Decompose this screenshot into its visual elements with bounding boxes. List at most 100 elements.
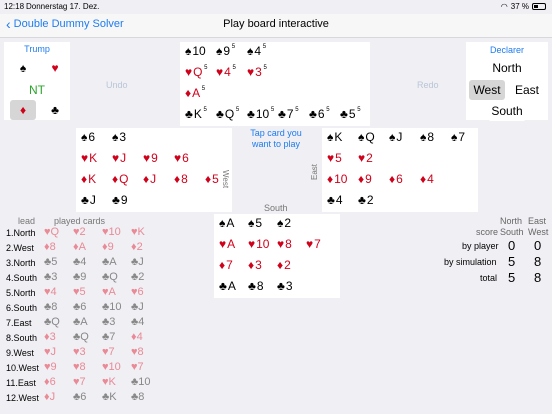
- trick-lead: 12.West: [6, 393, 39, 403]
- suit-icon: ♦: [389, 172, 396, 186]
- score-north-header: North: [500, 216, 523, 226]
- card-north-A[interactable]: ♦ A 5: [185, 86, 205, 100]
- card-south-3[interactable]: ♦ 3: [248, 258, 262, 272]
- card-south-5[interactable]: ♠ 5: [248, 216, 263, 230]
- card-west-6[interactable]: ♥ 6: [174, 151, 189, 165]
- card-west-3[interactable]: ♠ 3: [112, 130, 127, 144]
- card-east-4[interactable]: ♦ 4: [420, 172, 434, 186]
- card-west-J[interactable]: ♦ J: [143, 172, 157, 186]
- suit-icon: ♠: [216, 44, 223, 58]
- card-north-4[interactable]: ♠ 4 5: [247, 44, 266, 58]
- card-rank: 9: [223, 44, 231, 58]
- card-south-7[interactable]: ♥ 7: [306, 237, 321, 251]
- played-card: ♦3: [44, 331, 56, 343]
- card-north-5[interactable]: ♣ 5 5: [340, 107, 361, 121]
- card-trick-count: 5: [270, 107, 275, 113]
- card-trick-count: 5: [357, 107, 361, 113]
- card-south-7[interactable]: ♦ 7: [219, 258, 233, 272]
- played-card: ♥7: [73, 376, 86, 388]
- card-north-Q[interactable]: ♥ Q 5: [185, 65, 207, 79]
- card-trick-count: 5: [231, 44, 236, 50]
- card-north-Q[interactable]: ♣ Q 5: [216, 107, 239, 121]
- card-east-J[interactable]: ♠ J: [389, 130, 403, 144]
- suit-icon: ♠: [247, 44, 254, 58]
- spade-icon: ♠: [19, 61, 27, 75]
- card-south-2[interactable]: ♦ 2: [277, 258, 291, 272]
- card-south-8[interactable]: ♥ 8: [277, 237, 292, 251]
- card-north-3[interactable]: ♥ 3 5: [247, 65, 267, 79]
- declarer-south-button[interactable]: South: [488, 101, 526, 121]
- card-east-9[interactable]: ♦ 9: [358, 172, 372, 186]
- card-rank: 5: [348, 107, 356, 121]
- declarer-north-button[interactable]: North: [488, 58, 526, 78]
- card-north-10[interactable]: ♠ 10: [185, 44, 206, 58]
- played-card: ♥K: [131, 226, 145, 238]
- card-west-K[interactable]: ♦ K: [81, 172, 97, 186]
- trump-spade-button[interactable]: ♠: [10, 58, 36, 78]
- card-south-3[interactable]: ♣ 3: [277, 279, 293, 293]
- card-north-7[interactable]: ♣ 7 5: [278, 107, 299, 121]
- redo-button[interactable]: Redo: [417, 80, 439, 90]
- trump-club-button[interactable]: ♣: [42, 100, 68, 120]
- trump-diamond-button[interactable]: ♦: [10, 100, 36, 120]
- wifi-icon: ◠: [500, 2, 508, 11]
- card-south-A[interactable]: ♠ A: [219, 216, 235, 230]
- card-south-10[interactable]: ♥ 10: [248, 237, 270, 251]
- played-card: ♦J: [44, 391, 56, 403]
- card-west-9[interactable]: ♥ 9: [143, 151, 158, 165]
- card-north-10[interactable]: ♣ 10 5: [247, 107, 274, 121]
- card-south-8[interactable]: ♣ 8: [248, 279, 264, 293]
- card-rank: K: [334, 130, 343, 144]
- declarer-west-button[interactable]: West: [469, 80, 505, 100]
- card-south-2[interactable]: ♠ 2: [277, 216, 292, 230]
- card-rank: 7: [314, 237, 321, 251]
- card-east-Q[interactable]: ♠ Q: [358, 130, 375, 144]
- card-east-10[interactable]: ♦ 10: [327, 172, 348, 186]
- card-trick-count: 5: [262, 44, 267, 50]
- card-south-A[interactable]: ♣ A: [219, 279, 236, 293]
- score-south-header: South: [500, 227, 524, 237]
- played-card: ♥5: [73, 286, 86, 298]
- card-trick-count: 5: [235, 107, 240, 113]
- suit-icon: ♥: [174, 151, 182, 165]
- card-west-K[interactable]: ♥ K: [81, 151, 98, 165]
- suit-icon: ♣: [81, 193, 89, 207]
- card-east-2[interactable]: ♣ 2: [358, 193, 374, 207]
- card-rank: 6: [317, 107, 325, 121]
- card-east-6[interactable]: ♦ 6: [389, 172, 403, 186]
- played-card: ♥3: [73, 346, 86, 358]
- card-rank: 10: [256, 237, 270, 251]
- played-card: ♣7: [102, 331, 116, 343]
- card-north-4[interactable]: ♥ 4 5: [216, 65, 236, 79]
- card-west-J[interactable]: ♥ J: [112, 151, 127, 165]
- card-north-6[interactable]: ♣ 6 5: [309, 107, 330, 121]
- lead-header: lead: [18, 216, 36, 226]
- played-card: ♦8: [44, 241, 56, 253]
- card-west-9[interactable]: ♣ 9: [112, 193, 128, 207]
- declarer-east-button[interactable]: East: [509, 80, 545, 100]
- trump-heart-button[interactable]: ♥: [42, 58, 68, 78]
- card-east-5[interactable]: ♥ 5: [327, 151, 342, 165]
- card-west-5[interactable]: ♦ 5: [205, 172, 219, 186]
- card-east-8[interactable]: ♠ 8: [420, 130, 435, 144]
- card-south-A[interactable]: ♥ A: [219, 237, 236, 251]
- card-rank: 2: [366, 151, 373, 165]
- card-east-K[interactable]: ♠ K: [327, 130, 343, 144]
- card-west-8[interactable]: ♦ 8: [174, 172, 188, 186]
- club-icon: ♣: [51, 103, 59, 117]
- card-east-4[interactable]: ♣ 4: [327, 193, 343, 207]
- card-west-6[interactable]: ♠ 6: [81, 130, 96, 144]
- card-north-9[interactable]: ♠ 9 5: [216, 44, 235, 58]
- card-east-7[interactable]: ♠ 7: [451, 130, 466, 144]
- played-card: ♣8: [131, 391, 145, 403]
- declarer-south-label: South: [491, 104, 523, 118]
- card-rank: 9: [151, 151, 158, 165]
- status-date: Donnerstag 17. Dez.: [26, 2, 100, 11]
- card-west-J[interactable]: ♣ J: [81, 193, 96, 207]
- card-west-Q[interactable]: ♦ Q: [112, 172, 129, 186]
- undo-button[interactable]: Undo: [106, 80, 128, 90]
- trump-nt-button[interactable]: NT: [24, 80, 50, 100]
- card-north-K[interactable]: ♣ K 5: [185, 107, 207, 121]
- card-east-2[interactable]: ♥ 2: [358, 151, 373, 165]
- played-card: ♥4: [44, 286, 57, 298]
